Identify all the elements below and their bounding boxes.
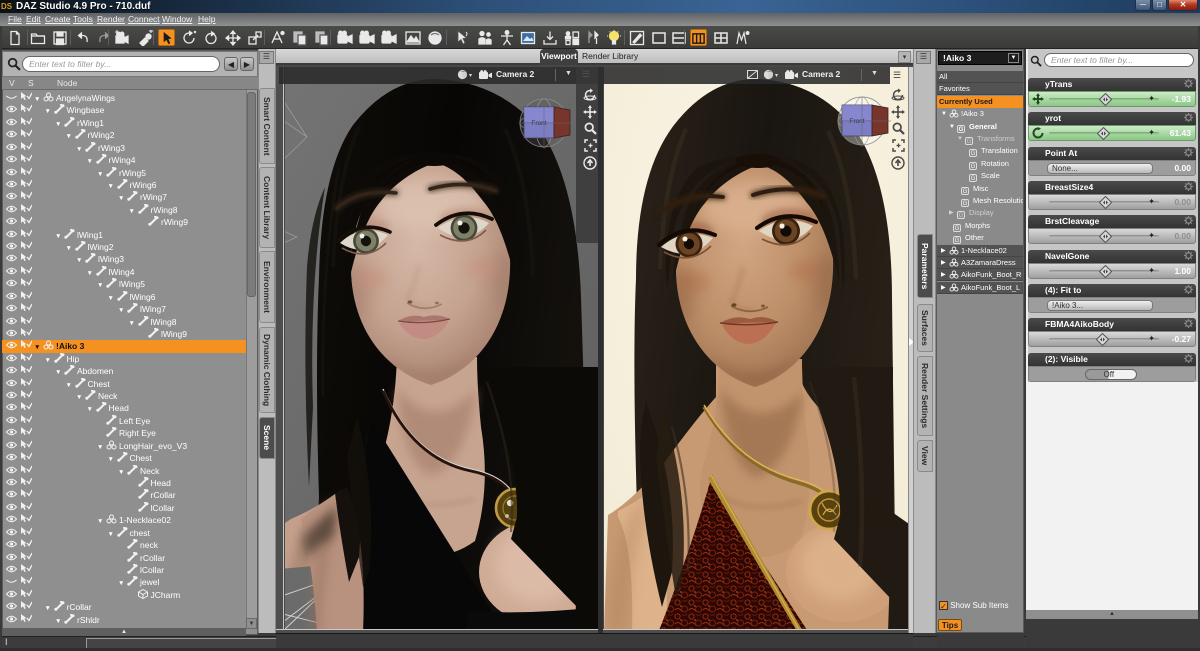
svg-text:Front: Front [849, 118, 864, 125]
svg-text:Front: Front [531, 120, 546, 127]
